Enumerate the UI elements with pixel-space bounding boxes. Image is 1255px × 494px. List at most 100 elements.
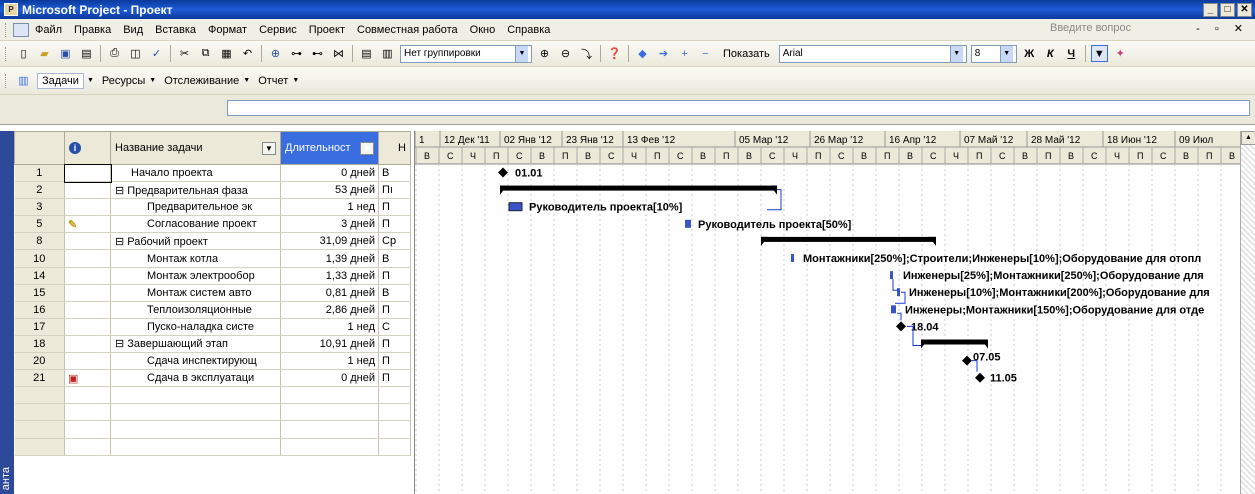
zoom-in-icon[interactable]: ⊕ bbox=[536, 45, 553, 62]
empty-cell[interactable] bbox=[110, 403, 281, 422]
empty-cell[interactable] bbox=[64, 438, 111, 456]
row-id-cell[interactable]: 10 bbox=[14, 249, 65, 268]
indicator-cell[interactable] bbox=[63, 163, 112, 183]
empty-cell[interactable] bbox=[110, 438, 281, 456]
table-row[interactable]: 15 Монтаж систем авто 0,81 дней В bbox=[14, 284, 411, 302]
indicator-cell[interactable] bbox=[64, 352, 111, 371]
table-row[interactable]: 14 Монтаж электрообор 1,33 дней П bbox=[14, 267, 411, 285]
vertical-scrollbar[interactable]: ▲ bbox=[1240, 131, 1255, 494]
constraint-icon[interactable]: ▣ bbox=[68, 373, 78, 385]
gantt-chart[interactable]: 1 12 Дек '11 02 Янв '12 23 Янв '12 13 Фев '1… bbox=[414, 131, 1240, 494]
start-cell[interactable]: П bbox=[378, 352, 411, 371]
menu-insert[interactable]: Вставка bbox=[155, 24, 196, 36]
table-row[interactable]: 10 Монтаж котла 1,39 дней В bbox=[14, 249, 411, 268]
table-row[interactable]: 8 ⊟ Рабочий проект 31,09 дней Ср bbox=[14, 232, 411, 251]
empty-cell[interactable] bbox=[64, 403, 111, 422]
duration-cell[interactable]: 1,39 дней bbox=[280, 249, 379, 268]
menu-view[interactable]: Вид bbox=[123, 24, 143, 36]
task-name-cell[interactable]: Теплоизоляционные bbox=[110, 301, 281, 319]
menu-collaborate[interactable]: Совместная работа bbox=[357, 24, 458, 36]
task-name-cell[interactable]: ⊟ Предварительная фаза bbox=[110, 181, 281, 200]
duration-cell[interactable]: 10,91 дней bbox=[280, 335, 379, 354]
toolbar-grip[interactable] bbox=[5, 46, 8, 61]
entry-field[interactable] bbox=[227, 100, 1250, 116]
row-id-cell[interactable]: 15 bbox=[14, 284, 65, 302]
start-header[interactable]: Н bbox=[378, 131, 411, 165]
chevron-down-icon[interactable]: ▼ bbox=[292, 77, 299, 84]
start-cell[interactable]: П bbox=[378, 369, 411, 388]
row-id-cell[interactable]: 5 bbox=[14, 215, 65, 234]
duration-cell[interactable]: 2,86 дней bbox=[280, 301, 379, 319]
empty-cell[interactable] bbox=[64, 420, 111, 439]
menu-project[interactable]: Проект bbox=[309, 24, 345, 36]
undo-icon[interactable]: ↶ bbox=[239, 45, 256, 62]
indicator-cell[interactable] bbox=[64, 232, 111, 251]
guide-tracking-button[interactable]: Отслеживание bbox=[164, 75, 239, 87]
row-id-cell[interactable]: 2 bbox=[14, 181, 65, 200]
duration-cell[interactable]: 1 нед bbox=[280, 318, 379, 336]
indicator-cell[interactable] bbox=[64, 301, 111, 319]
empty-cell[interactable] bbox=[280, 438, 379, 456]
split-task-icon[interactable]: ⋈ bbox=[330, 45, 347, 62]
chevron-down-icon[interactable]: ▼ bbox=[149, 77, 156, 84]
duration-header[interactable]: Длительност ▼ bbox=[280, 131, 379, 165]
table-row[interactable]: 1 Начало проекта 0 дней В bbox=[14, 163, 411, 183]
task-name-cell[interactable]: Монтаж котла bbox=[110, 249, 281, 268]
row-id-cell[interactable]: 21 bbox=[14, 369, 65, 388]
scroll-up-icon[interactable]: ▲ bbox=[1241, 131, 1255, 145]
start-cell[interactable]: П bbox=[378, 335, 411, 354]
table-row[interactable]: 18 ⊟ Завершающий этап 10,91 дней П bbox=[14, 335, 411, 354]
toolbar-grip[interactable] bbox=[5, 22, 8, 37]
task-name-cell[interactable]: Начало проекта bbox=[110, 164, 281, 183]
start-cell[interactable]: В bbox=[378, 164, 411, 183]
bold-button[interactable]: Ж bbox=[1021, 45, 1038, 62]
guide-report-button[interactable]: Отчет bbox=[258, 75, 288, 87]
hyperlink-icon[interactable]: ⊕ bbox=[267, 45, 284, 62]
menu-format[interactable]: Формат bbox=[208, 24, 247, 36]
font-size-select[interactable]: 8 ▼ bbox=[970, 44, 1017, 63]
empty-cell[interactable] bbox=[110, 420, 281, 439]
menu-window[interactable]: Окно bbox=[470, 24, 496, 36]
duration-cell[interactable]: 0 дней bbox=[280, 164, 379, 183]
help-icon[interactable]: ❓ bbox=[606, 45, 623, 62]
document-icon[interactable] bbox=[13, 22, 29, 37]
ask-question-input[interactable]: Введите вопрос bbox=[1050, 22, 1131, 34]
task-name-cell[interactable]: Монтаж систем авто bbox=[110, 284, 281, 302]
start-cell[interactable]: Ср bbox=[378, 232, 411, 251]
empty-cell[interactable] bbox=[378, 403, 411, 422]
indicator-cell[interactable]: ▣ bbox=[64, 369, 111, 388]
notes-icon[interactable]: ▥ bbox=[379, 45, 396, 62]
link-tasks-icon[interactable]: ⊶ bbox=[288, 45, 305, 62]
filter-icon[interactable]: ▼ bbox=[1090, 45, 1108, 62]
indicator-cell[interactable]: ✎ bbox=[64, 215, 111, 234]
start-cell[interactable]: П bbox=[378, 215, 411, 234]
empty-cell[interactable] bbox=[64, 386, 111, 405]
zoom-out-icon[interactable]: ⊖ bbox=[557, 45, 574, 62]
duration-cell[interactable]: 53 дней bbox=[280, 181, 379, 200]
empty-row[interactable] bbox=[14, 438, 411, 456]
row-id-cell[interactable]: 20 bbox=[14, 352, 65, 371]
duration-cell[interactable]: 1,33 дней bbox=[280, 267, 379, 285]
empty-cell[interactable] bbox=[14, 438, 65, 456]
app-icon[interactable]: P bbox=[4, 3, 18, 16]
start-cell[interactable]: В bbox=[378, 284, 411, 302]
row-id-cell[interactable]: 17 bbox=[14, 318, 65, 336]
guide-resources-button[interactable]: Ресурсы bbox=[102, 75, 145, 87]
guide-tasks-button[interactable]: Задачи bbox=[37, 72, 84, 89]
start-cell[interactable]: Пı bbox=[378, 181, 411, 200]
underline-button[interactable]: Ч bbox=[1063, 45, 1080, 62]
table-row[interactable]: 17 Пуско-наладка систе 1 нед С bbox=[14, 318, 411, 336]
row-id-cell[interactable]: 14 bbox=[14, 267, 65, 285]
chevron-down-icon[interactable]: ▼ bbox=[243, 77, 250, 84]
empty-cell[interactable] bbox=[280, 403, 379, 422]
arrow-right-icon[interactable]: ➔ bbox=[655, 45, 672, 62]
italic-button[interactable]: К bbox=[1042, 45, 1059, 62]
paste-icon[interactable]: ▦ bbox=[218, 45, 235, 62]
empty-cell[interactable] bbox=[14, 420, 65, 439]
start-cell[interactable]: С bbox=[378, 318, 411, 336]
cut-icon[interactable]: ✂ bbox=[176, 45, 193, 62]
empty-cell[interactable] bbox=[14, 403, 65, 422]
empty-row[interactable] bbox=[14, 420, 411, 439]
task-info-icon[interactable]: ▤ bbox=[358, 45, 375, 62]
indicator-header[interactable]: i bbox=[64, 131, 111, 165]
